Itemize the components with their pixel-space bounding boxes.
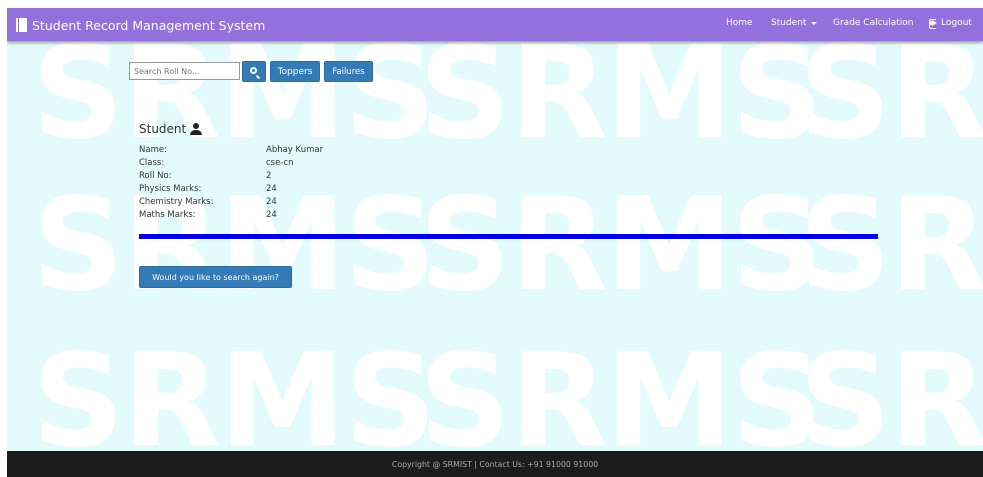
nav-logout[interactable]: Logout — [929, 18, 972, 29]
search-again-button[interactable]: Would you like to search again? — [139, 266, 292, 288]
user-icon — [190, 122, 203, 136]
watermark-text: SRMS — [419, 327, 823, 476]
watermark-text: SRMS — [419, 171, 823, 320]
search-input[interactable] — [129, 62, 240, 80]
footer-text: Copyright @ SRMIST | Contact Us: +91 910… — [391, 459, 599, 469]
nav-student-label: Student — [771, 18, 807, 28]
app-title: Student Record Management System — [32, 17, 266, 33]
page-frame: SRMS SRMS SRMS SRMS SRMS SRMS SRMS SRMS … — [7, 8, 983, 477]
info-label: Name: — [139, 145, 167, 155]
watermark-text: SRMS — [419, 19, 823, 168]
nav-grade-calculation[interactable]: Grade Calculation — [833, 18, 914, 28]
info-value: Abhay Kumar — [266, 145, 324, 155]
info-label: Maths Marks: — [139, 210, 196, 220]
toppers-label: Toppers — [277, 66, 313, 77]
navbar: Student Record Management System Home St… — [7, 8, 983, 41]
info-label: Chemistry Marks: — [139, 197, 214, 207]
nav-student-dropdown[interactable]: Student — [771, 18, 818, 28]
info-row-chemistry: Chemistry Marks: 24 — [139, 197, 323, 210]
info-row-maths: Maths Marks: 24 — [139, 210, 323, 223]
chevron-down-icon — [811, 21, 818, 25]
watermark-text: SRMS — [799, 327, 983, 476]
info-label: Class: — [139, 158, 165, 168]
failures-button[interactable]: Failures — [324, 61, 373, 82]
student-heading: Student — [139, 122, 203, 136]
info-row-roll: Roll No: 2 — [139, 171, 323, 184]
student-info: Name: Abhay Kumar Class: cse-cn Roll No:… — [139, 145, 323, 223]
toppers-button[interactable]: Toppers — [270, 61, 320, 82]
info-row-class: Class: cse-cn — [139, 158, 323, 171]
info-label: Physics Marks: — [139, 184, 202, 194]
info-value: 2 — [266, 171, 272, 181]
footer: Copyright @ SRMIST | Contact Us: +91 910… — [7, 451, 983, 477]
nav-grade-label: Grade Calculation — [833, 18, 914, 28]
logout-icon — [929, 18, 939, 29]
failures-label: Failures — [332, 66, 365, 77]
watermark-text: SRMS — [32, 327, 436, 476]
nav-logout-label: Logout — [941, 18, 972, 28]
search-again-label: Would you like to search again? — [152, 272, 279, 282]
info-row-name: Name: Abhay Kumar — [139, 145, 323, 158]
info-value: cse-cn — [266, 158, 294, 168]
watermark-text: SRMS — [799, 171, 983, 320]
book-icon — [16, 18, 27, 32]
info-value: 24 — [266, 210, 277, 220]
nav-home-label: Home — [726, 18, 753, 28]
divider-bar — [139, 234, 878, 239]
info-value: 24 — [266, 184, 277, 194]
info-label: Roll No: — [139, 171, 172, 181]
info-row-physics: Physics Marks: 24 — [139, 184, 323, 197]
search-button[interactable] — [242, 61, 266, 82]
student-heading-text: Student — [139, 122, 187, 136]
brand-link[interactable]: Student Record Management System — [16, 15, 265, 35]
search-icon — [249, 67, 257, 74]
info-value: 24 — [266, 197, 277, 207]
watermark-text: SRMS — [799, 19, 983, 168]
watermark-text: SRMS — [32, 19, 436, 168]
nav-home[interactable]: Home — [726, 18, 753, 28]
